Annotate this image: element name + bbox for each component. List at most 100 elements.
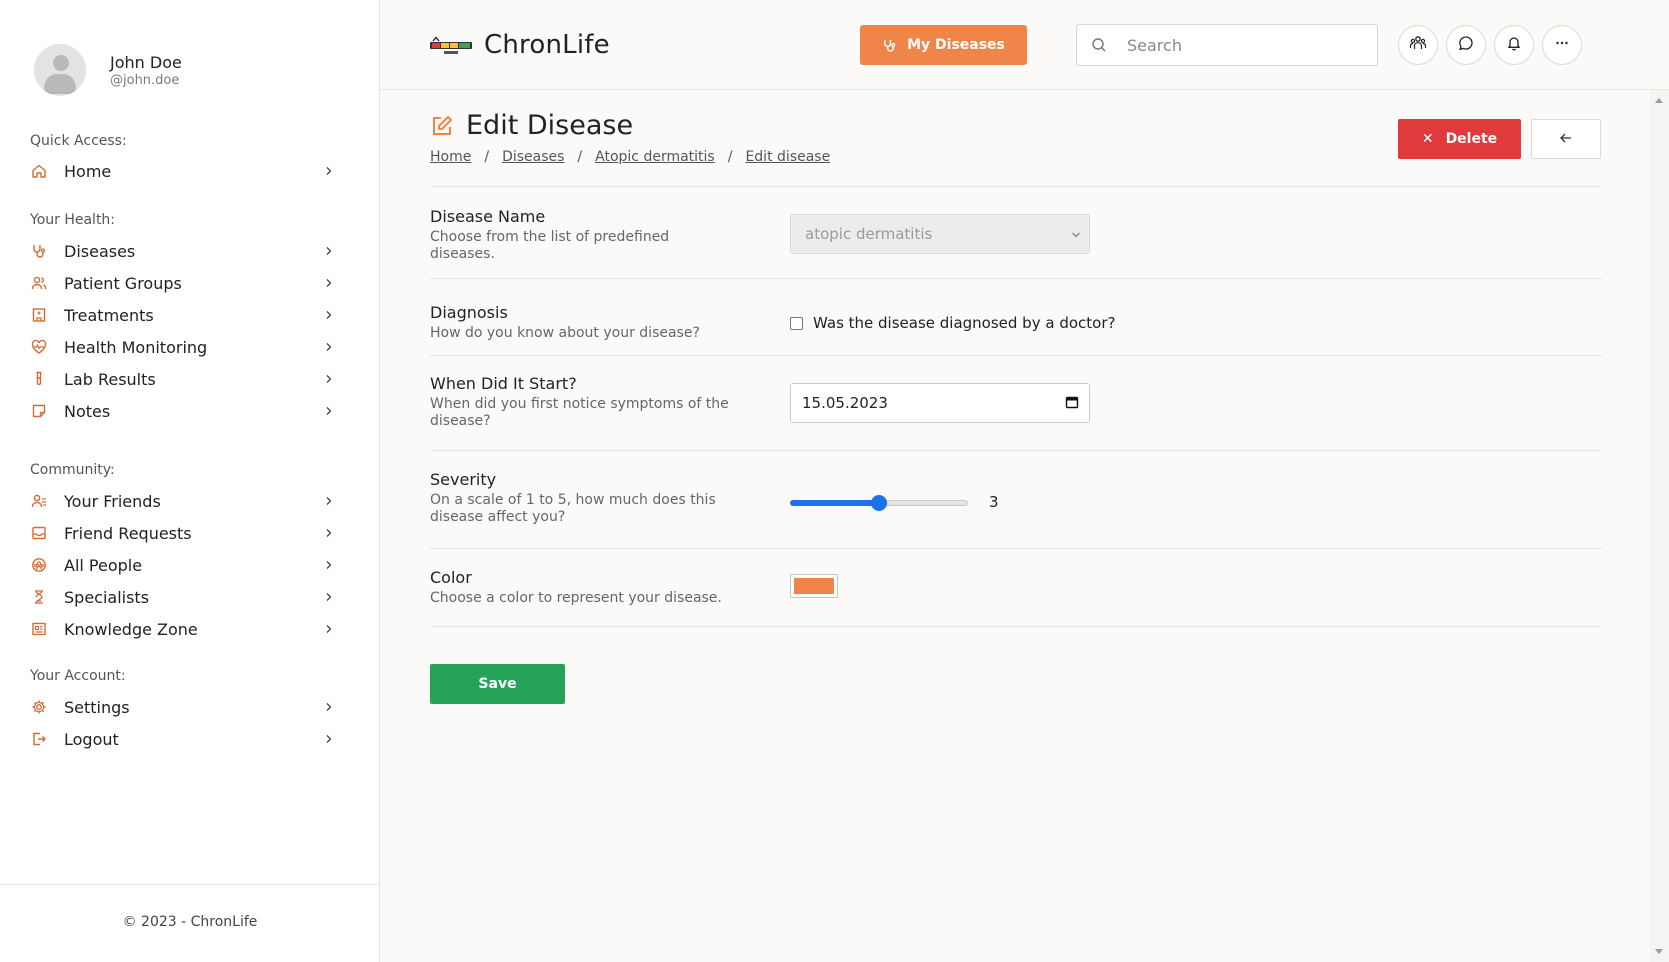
scroll-up-arrow[interactable] xyxy=(1655,98,1663,103)
sidebar-item-label: Diseases xyxy=(64,241,136,261)
start-date-input[interactable]: 15.05.2023 xyxy=(790,383,1090,423)
section-title: Quick Access: xyxy=(30,133,127,149)
community-button[interactable] xyxy=(1398,25,1438,65)
back-button[interactable] xyxy=(1531,119,1601,159)
calendar-icon[interactable] xyxy=(1065,394,1079,413)
page-title-text: Edit Disease xyxy=(466,110,634,141)
search-icon xyxy=(1091,37,1107,53)
save-button[interactable]: Save xyxy=(430,664,565,704)
my-diseases-button[interactable]: My Diseases xyxy=(860,25,1027,65)
color-swatch xyxy=(794,578,834,594)
edit-icon xyxy=(430,114,454,138)
nav-section-quick-access: Quick Access: Home xyxy=(30,133,350,187)
sidebar-item-settings[interactable]: Settings xyxy=(30,691,350,723)
chevron-right-icon xyxy=(322,732,336,746)
specialist-icon xyxy=(30,588,48,606)
gear-icon xyxy=(30,698,48,716)
start-date-value: 15.05.2023 xyxy=(802,394,888,412)
field-title: Severity xyxy=(430,470,497,489)
more-button[interactable] xyxy=(1542,25,1582,65)
field-description: Choose from the list of predefined disea… xyxy=(430,229,670,262)
user-profile[interactable]: John Doe @john.doe xyxy=(34,44,182,96)
heart-pulse-icon xyxy=(30,338,48,356)
breadcrumb-home[interactable]: Home xyxy=(430,149,471,165)
severity-label-group: Severity On a scale of 1 to 5, how much … xyxy=(430,470,750,526)
stethoscope-icon xyxy=(882,38,897,53)
community-icon xyxy=(1409,34,1427,56)
scroll-down-arrow[interactable] xyxy=(1655,949,1663,954)
avatar xyxy=(34,44,86,96)
field-description: On a scale of 1 to 5, how much does this… xyxy=(430,492,716,525)
breadcrumb-current[interactable]: Edit disease xyxy=(745,149,830,165)
sidebar-item-patient-groups[interactable]: Patient Groups xyxy=(30,267,350,299)
divider xyxy=(430,626,1602,627)
sidebar-item-lab-results[interactable]: Lab Results xyxy=(30,363,350,395)
diagnosis-checkbox-label[interactable]: Was the disease diagnosed by a doctor? xyxy=(813,314,1115,332)
sidebar-item-your-friends[interactable]: Your Friends xyxy=(30,485,350,517)
field-description: When did you first notice symptoms of th… xyxy=(430,396,729,429)
chevron-right-icon xyxy=(322,244,336,258)
more-icon xyxy=(1554,35,1570,55)
sidebar-item-label: Knowledge Zone xyxy=(64,619,198,639)
severity-slider[interactable] xyxy=(790,495,968,511)
breadcrumb-separator: / xyxy=(727,149,733,165)
delete-button[interactable]: ✕ Delete xyxy=(1398,119,1521,159)
sidebar-item-notes[interactable]: Notes xyxy=(30,395,350,427)
test-tube-icon xyxy=(30,370,48,388)
friends-icon xyxy=(30,492,48,510)
breadcrumb-separator: / xyxy=(484,149,490,165)
chevron-right-icon xyxy=(322,276,336,290)
breadcrumb-disease[interactable]: Atopic dermatitis xyxy=(595,149,715,165)
arrow-left-icon xyxy=(1559,130,1573,149)
stethoscope-icon xyxy=(30,242,48,260)
sidebar-item-diseases[interactable]: Diseases xyxy=(30,235,350,267)
sidebar-item-specialists[interactable]: Specialists xyxy=(30,581,350,613)
sidebar-item-health-monitoring[interactable]: Health Monitoring xyxy=(30,331,350,363)
sidebar-item-home[interactable]: Home xyxy=(30,155,350,187)
breadcrumb-diseases[interactable]: Diseases xyxy=(502,149,564,165)
my-diseases-label: My Diseases xyxy=(907,37,1005,53)
sidebar-item-all-people[interactable]: All People xyxy=(30,549,350,581)
note-icon xyxy=(30,402,48,420)
section-title: Your Account: xyxy=(30,668,126,684)
sidebar-footer: © 2023 - ChronLife xyxy=(122,914,258,930)
chevron-right-icon xyxy=(322,494,336,508)
slider-thumb[interactable] xyxy=(871,495,887,511)
messages-button[interactable] xyxy=(1446,25,1486,65)
diagnosis-checkbox-row[interactable]: Was the disease diagnosed by a doctor? xyxy=(790,314,1115,332)
field-title: Color xyxy=(430,568,472,587)
chevron-right-icon xyxy=(322,372,336,386)
field-description: Choose a color to represent your disease… xyxy=(430,590,722,606)
search-input[interactable] xyxy=(1127,35,1367,55)
patient-group-icon xyxy=(30,274,48,292)
sidebar-item-treatments[interactable]: Treatments xyxy=(30,299,350,331)
notifications-button[interactable] xyxy=(1494,25,1534,65)
disease-name-label-group: Disease Name Choose from the list of pre… xyxy=(430,207,750,263)
logo-icon xyxy=(430,36,472,54)
bell-icon xyxy=(1506,35,1522,55)
divider xyxy=(430,548,1602,549)
color-picker[interactable] xyxy=(790,574,838,598)
diagnosis-checkbox[interactable] xyxy=(790,316,803,330)
chevron-right-icon xyxy=(322,526,336,540)
sidebar-item-friend-requests[interactable]: Friend Requests xyxy=(30,517,350,549)
nav-section-community: Community: Your Friends Friend Requests … xyxy=(30,462,350,645)
sidebar-item-label: Settings xyxy=(64,697,130,717)
sidebar-item-label: Treatments xyxy=(64,305,154,325)
sidebar: John Doe @john.doe Quick Access: Home Yo… xyxy=(0,0,380,962)
sidebar-item-knowledge-zone[interactable]: Knowledge Zone xyxy=(30,613,350,645)
app-logo[interactable]: ChronLife xyxy=(430,30,610,60)
chevron-right-icon xyxy=(322,700,336,714)
disease-name-select[interactable]: atopic dermatitis xyxy=(790,214,1090,254)
logout-icon xyxy=(30,730,48,748)
sidebar-item-label: Specialists xyxy=(64,587,150,607)
scrollbar[interactable] xyxy=(1650,90,1669,962)
diagnosis-label-group: Diagnosis How do you know about your dis… xyxy=(430,303,750,342)
inbox-icon xyxy=(30,524,48,542)
disease-name-value: atopic dermatitis xyxy=(805,225,933,243)
page-title: Edit Disease xyxy=(430,110,633,141)
severity-value: 3 xyxy=(989,493,999,511)
sidebar-item-logout[interactable]: Logout xyxy=(30,723,350,755)
search-box[interactable] xyxy=(1076,24,1378,66)
sidebar-item-label: Lab Results xyxy=(64,369,156,389)
